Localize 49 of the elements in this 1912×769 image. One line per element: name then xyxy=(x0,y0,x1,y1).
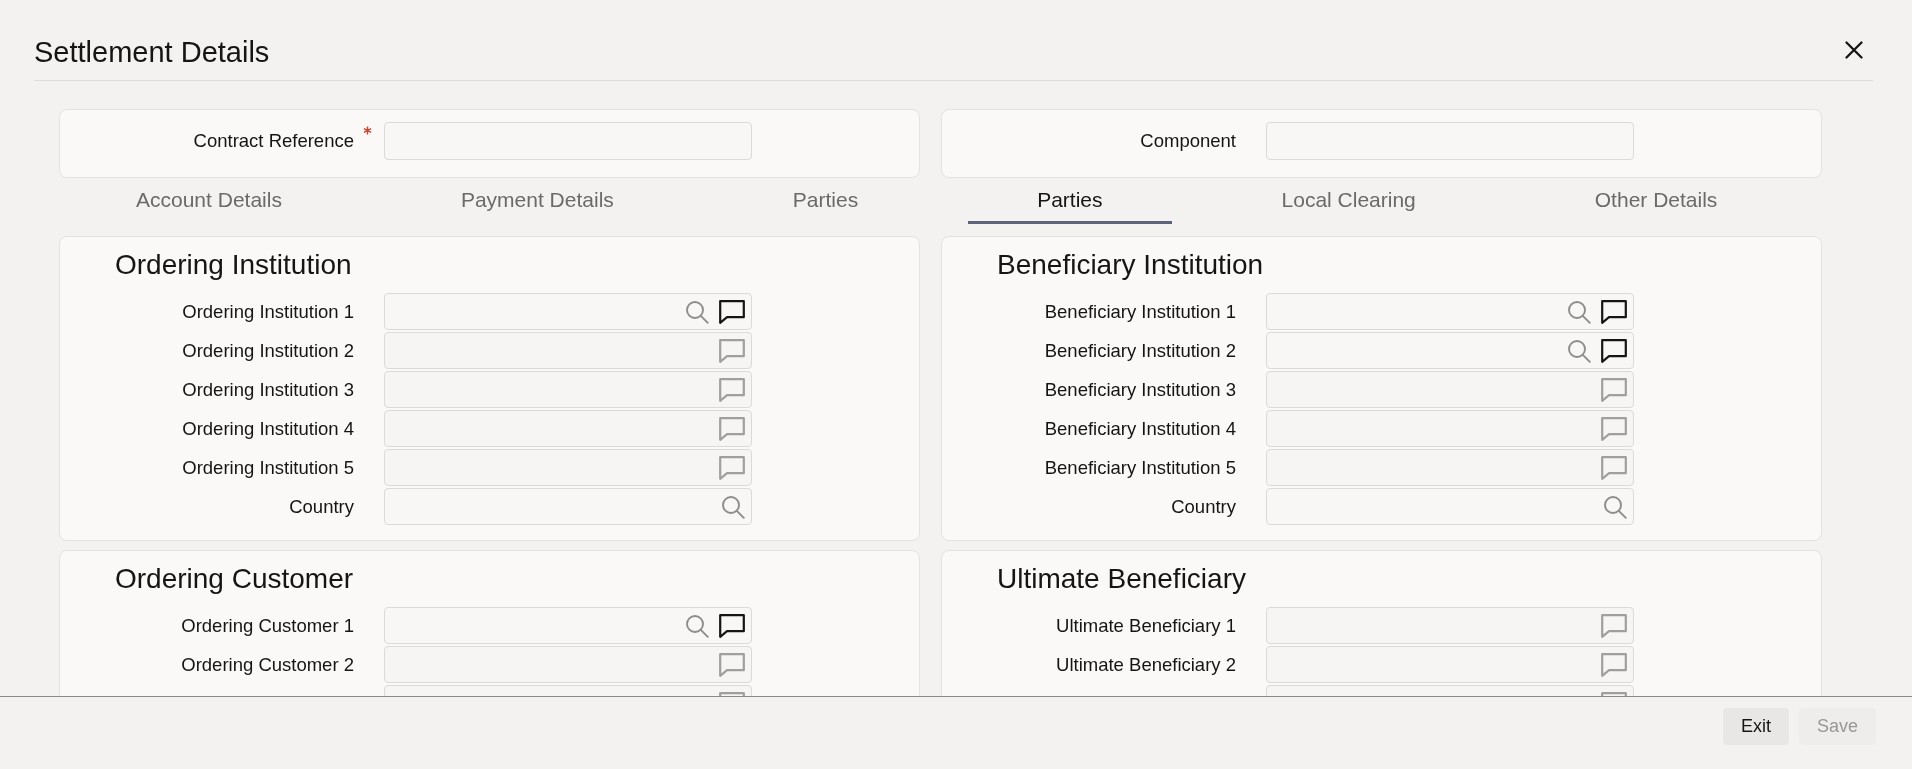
section-title: Beneficiary Institution xyxy=(997,250,1265,280)
search-icon[interactable] xyxy=(685,613,709,638)
field-label: Beneficiary Institution 5 xyxy=(1044,456,1236,479)
window-title: Settlement Details xyxy=(34,35,270,69)
field-label: Beneficiary Institution 2 xyxy=(1044,339,1236,362)
search-icon[interactable] xyxy=(1603,494,1627,519)
close-icon[interactable] xyxy=(1845,41,1863,59)
input-field[interactable] xyxy=(384,122,752,160)
search-icon[interactable] xyxy=(1567,338,1591,363)
tab[interactable]: Other Details xyxy=(1525,178,1787,224)
speech-bubble-icon[interactable] xyxy=(719,299,745,324)
tab[interactable]: Payment Details xyxy=(391,178,683,224)
tab[interactable]: Parties xyxy=(968,178,1172,224)
field-label: Ordering Institution 1 xyxy=(182,300,354,323)
section-title: Ultimate Beneficiary xyxy=(997,564,1247,594)
input-field[interactable] xyxy=(384,293,752,330)
field-label: Ordering Institution 2 xyxy=(182,339,354,362)
field-label: Component xyxy=(1140,130,1236,152)
section-title: Ordering Customer xyxy=(115,564,355,594)
input-field[interactable] xyxy=(384,607,752,644)
speech-bubble-icon[interactable] xyxy=(1601,338,1627,363)
input-field[interactable] xyxy=(1266,293,1634,330)
field-label: Ordering Institution 5 xyxy=(182,456,354,479)
search-icon[interactable] xyxy=(685,299,709,324)
tab[interactable]: Local Clearing xyxy=(1212,178,1485,224)
section-title: Ordering Institution xyxy=(115,250,353,280)
field-label: Contract Reference xyxy=(193,130,354,152)
action-button[interactable]: Exit xyxy=(1722,708,1789,745)
field-label: Ultimate Beneficiary 1 xyxy=(1056,614,1236,637)
field-label: Ordering Institution 4 xyxy=(182,417,354,440)
field-label: Ordering Customer 2 xyxy=(181,653,354,676)
tab[interactable]: Account Details xyxy=(67,178,351,224)
tab[interactable]: Parties xyxy=(723,178,928,224)
input-field[interactable] xyxy=(1266,122,1634,160)
field-label: Beneficiary Institution 4 xyxy=(1044,417,1236,440)
input-field[interactable] xyxy=(1266,488,1634,525)
field-label: Ordering Customer 1 xyxy=(181,614,354,637)
input-field[interactable] xyxy=(1266,332,1634,369)
field-label: Beneficiary Institution 3 xyxy=(1044,378,1236,401)
speech-bubble-icon[interactable] xyxy=(719,613,745,638)
field-label: Ordering Institution 3 xyxy=(182,378,354,401)
field-label: Beneficiary Institution 1 xyxy=(1044,300,1236,323)
field-label: Country xyxy=(1171,495,1236,518)
field-label: Ultimate Beneficiary 2 xyxy=(1056,653,1236,676)
input-field[interactable] xyxy=(384,488,752,525)
search-icon[interactable] xyxy=(721,494,745,519)
speech-bubble-icon[interactable] xyxy=(1601,299,1627,324)
field-label: Country xyxy=(289,495,354,518)
search-icon[interactable] xyxy=(1567,299,1591,324)
